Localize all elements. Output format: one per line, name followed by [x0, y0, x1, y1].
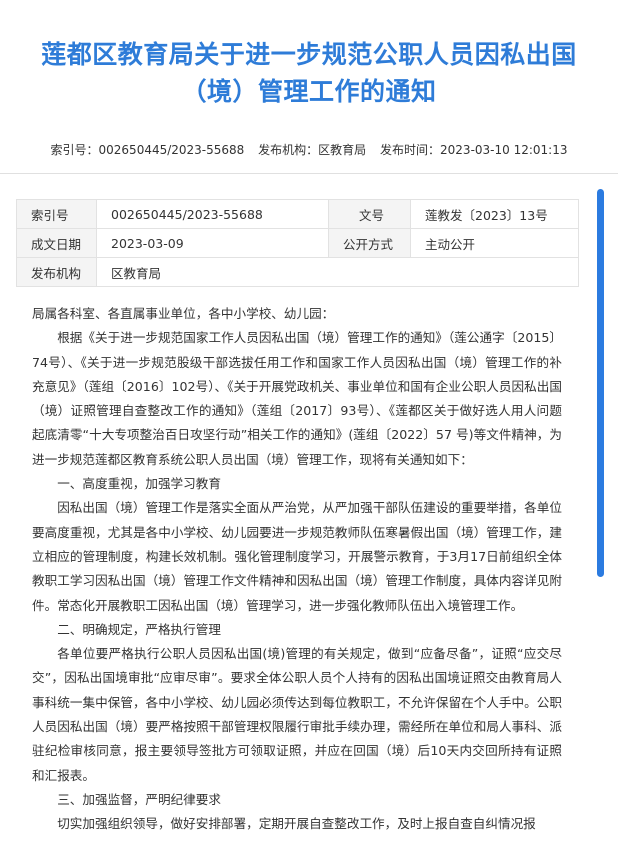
- salutation: 局属各科室、各直属事业单位，各中小学校、幼儿园：: [32, 306, 335, 321]
- table-label: 文号: [328, 199, 411, 229]
- paragraph: 切实加强组织领导，做好安排部署，定期开展自查整改工作，及时上报自查自纠情况报: [57, 816, 536, 832]
- article-body: 局属各科室、各直属事业单位，各中小学校、幼儿园： 根据《关于进一步规范国家工作人…: [32, 302, 562, 837]
- table-label: 成文日期: [16, 228, 97, 258]
- info-table: 索引号 002650445/2023-55688 文号 莲教发〔2023〕13号…: [16, 199, 579, 287]
- paragraph: 各单位要严格执行公职人员因私出国(境)管理的有关规定，做到“应备尽备”，证照“应…: [32, 646, 562, 783]
- page-title: 莲都区教育局关于进一步规范公职人员因私出国（境）管理工作的通知: [41, 40, 577, 106]
- meta-index: 索引号：002650445/2023-55688: [50, 143, 245, 157]
- meta-bar: 索引号：002650445/2023-55688 发布机构：区教育局 发布时间：…: [0, 141, 618, 158]
- header-divider: [0, 173, 618, 174]
- paragraph: 根据《关于进一步规范国家工作人员因私出国（境）管理工作的通知》（莲公通字〔201…: [32, 330, 562, 467]
- table-row: 发布机构 区教育局: [16, 257, 579, 287]
- meta-time: 发布时间：2023-03-10 12:01:13: [380, 143, 568, 157]
- section-heading: 二、明确规定，严格执行管理: [57, 621, 221, 637]
- table-row: 索引号 002650445/2023-55688 文号 莲教发〔2023〕13号: [16, 199, 579, 229]
- table-value: 莲教发〔2023〕13号: [410, 199, 579, 229]
- table-value: 主动公开: [410, 228, 579, 258]
- section-heading: 三、加强监督，严明纪律要求: [57, 791, 221, 807]
- table-value: 2023-03-09: [96, 228, 329, 258]
- table-label: 索引号: [16, 199, 97, 229]
- meta-org: 发布机构：区教育局: [258, 143, 367, 157]
- table-value: 002650445/2023-55688: [96, 199, 329, 229]
- table-row: 成文日期 2023-03-09 公开方式 主动公开: [16, 228, 579, 258]
- table-label: 公开方式: [328, 228, 411, 258]
- table-label: 发布机构: [16, 257, 97, 287]
- table-value: 区教育局: [96, 257, 579, 287]
- scrollbar-thumb[interactable]: [597, 189, 604, 577]
- section-heading: 一、高度重视，加强学习教育: [57, 476, 221, 492]
- paragraph: 因私出国（境）管理工作是落实全面从严治党，从严加强干部队伍建设的重要举措，各单位…: [32, 500, 562, 613]
